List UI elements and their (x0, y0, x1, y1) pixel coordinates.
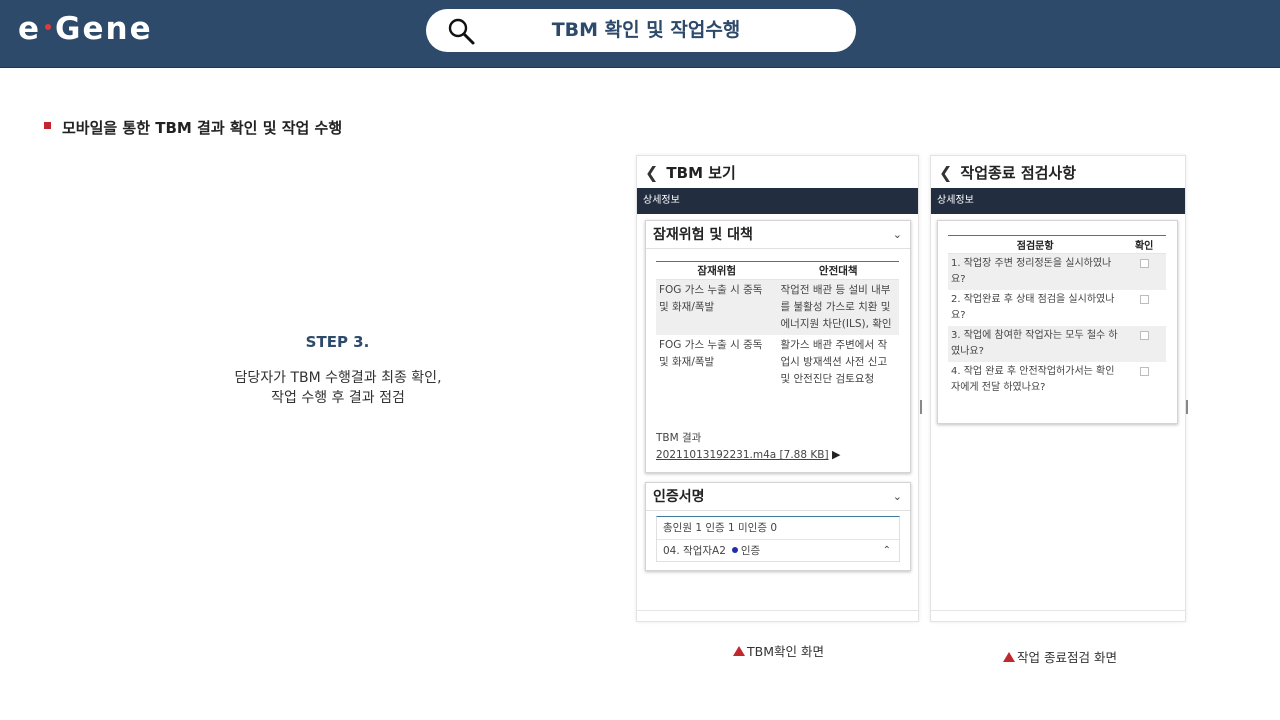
check-item: 1. 작업장 주변 정리정돈을 실시하였나요? (948, 253, 1123, 290)
sign-card-title: 인증서명 (653, 489, 705, 505)
check-title: 작업종료 점검사항 (960, 163, 1077, 182)
logo-right: Gene (55, 11, 153, 47)
logo-dot (45, 24, 52, 30)
table-row: FOG 가스 누출 시 중독 및 화재/폭발 활가스 배관 주변에서 작업시 방… (656, 335, 899, 390)
tbm-audio-link[interactable]: 20211013192231.m4a [7.88 KB] (656, 449, 829, 461)
checklist-table: 점검문항 확인 1. 작업장 주변 정리정돈을 실시하였나요? 2. 작업완료 … (948, 235, 1166, 398)
logo-left: e (18, 11, 42, 47)
detail-info-bar: 상세정보 (637, 188, 918, 214)
tbm-result-label: TBM 결과 (656, 432, 702, 444)
check-item: 4. 작업 완료 후 안전작업허가서는 확인자에게 전달 하였나요? (951, 366, 1115, 393)
check-checkbox[interactable] (1139, 295, 1149, 304)
measure-cell: 활가스 배관 주변에서 작업시 방재섹션 사전 신고 및 안전진단 검토요청 (780, 339, 888, 385)
check-checkbox[interactable] (1139, 259, 1149, 268)
bottom-divider (931, 610, 1185, 611)
tbm-view-header[interactable]: ❮ TBM 보기 (637, 156, 918, 188)
table-row: 2. 작업완료 후 상태 점검을 실시하였나요? (948, 290, 1166, 326)
chevron-down-icon[interactable]: ⌄ (893, 483, 902, 511)
caption-left: TBM확인 화면 (733, 641, 824, 660)
play-icon[interactable]: ▶ (832, 448, 840, 461)
step-desc-line1: 담당자가 TBM 수행결과 최종 확인, (234, 370, 442, 386)
step-description: 담당자가 TBM 수행결과 최종 확인, 작업 수행 후 결과 점검 (198, 368, 478, 408)
sign-summary: 총인원 1 인증 1 미인증 0 (663, 522, 778, 534)
triangle-icon (733, 645, 745, 656)
col-check: 확인 (1122, 235, 1166, 254)
section-title: 모바일을 통한 TBM 결과 확인 및 작업 수행 (62, 119, 343, 137)
table-row: 4. 작업 완료 후 안전작업허가서는 확인자에게 전달 하였나요? (948, 362, 1166, 398)
sign-card: 인증서명 ⌄ 총인원 1 인증 1 미인증 0 04. 작업자A2 인증 ⌃ (645, 482, 911, 571)
worker-name: 04. 작업자A2 (663, 545, 726, 557)
risk-cell: FOG 가스 누출 시 중독 및 화재/폭발 (656, 279, 778, 335)
tbm-view-title: TBM 보기 (666, 163, 736, 182)
risk-table: 잠재위험 안전대책 FOG 가스 누출 시 중독 및 화재/폭발 작업전 배관 … (656, 261, 899, 390)
section-bullet (44, 122, 51, 129)
table-row: FOG 가스 누출 시 중독 및 화재/폭발 작업전 배관 등 설비 내부를 불… (656, 279, 899, 335)
check-checkbox[interactable] (1139, 331, 1149, 340)
check-item: 2. 작업완료 후 상태 점검을 실시하였나요? (951, 294, 1115, 321)
caption-right: 작업 종료점검 화면 (1003, 647, 1117, 666)
step-label: STEP 3. (305, 333, 370, 351)
search-title: TBM 확인 및 작업수행 (551, 19, 741, 41)
risk-cell: FOG 가스 누출 시 중독 및 화재/폭발 (659, 339, 763, 368)
check-item: 3. 작업에 참여한 작업자는 모두 철수 하였나요? (948, 326, 1123, 362)
sign-list: 총인원 1 인증 1 미인증 0 04. 작업자A2 인증 ⌃ (656, 516, 900, 562)
chevron-up-icon[interactable]: ⌃ (883, 540, 891, 562)
top-header: e Gene TBM 확인 및 작업수행 (0, 0, 1280, 68)
search-bar[interactable]: TBM 확인 및 작업수행 (426, 9, 856, 52)
status-dot-icon (731, 547, 738, 553)
tbm-view-screen: ❮ TBM 보기 상세정보 잠재위험 및 대책 ⌄ 잠재위험 안전대책 FOG … (636, 155, 919, 622)
chevron-down-icon[interactable]: ⌄ (893, 221, 902, 249)
caption-right-text: 작업 종료점검 화면 (1017, 650, 1117, 665)
checklist-card: 점검문항 확인 1. 작업장 주변 정리정돈을 실시하였나요? 2. 작업완료 … (937, 220, 1178, 424)
risk-card-header[interactable]: 잠재위험 및 대책 ⌄ (646, 221, 910, 249)
bottom-divider (637, 610, 918, 611)
risk-card-title: 잠재위험 및 대책 (653, 227, 753, 243)
back-chevron-icon[interactable]: ❮ (645, 163, 658, 182)
col-item: 점검문항 (948, 235, 1123, 254)
table-row: 3. 작업에 참여한 작업자는 모두 철수 하였나요? (948, 326, 1166, 362)
scroll-handle[interactable] (920, 400, 922, 414)
egene-logo: e Gene (18, 11, 153, 47)
scroll-handle[interactable] (1186, 400, 1188, 414)
sign-card-header[interactable]: 인증서명 ⌄ (646, 483, 910, 511)
col-measure: 안전대책 (777, 261, 899, 280)
check-checkbox[interactable] (1139, 367, 1149, 376)
detail-info-bar: 상세정보 (931, 188, 1185, 214)
col-risk: 잠재위험 (656, 261, 778, 280)
status-badge: 인증 (740, 545, 761, 557)
risk-card: 잠재위험 및 대책 ⌄ 잠재위험 안전대책 FOG 가스 누출 시 중독 및 화… (645, 220, 911, 473)
work-end-check-screen: ❮ 작업종료 점검사항 상세정보 점검문항 확인 1. 작업장 주변 정리정돈을… (930, 155, 1186, 622)
back-chevron-icon[interactable]: ❮ (939, 163, 952, 182)
list-item[interactable]: 04. 작업자A2 인증 ⌃ (657, 539, 899, 561)
measure-cell: 작업전 배관 등 설비 내부를 불활성 가스로 치환 및 에너지원 차단(ILS… (777, 279, 899, 335)
table-row: 1. 작업장 주변 정리정돈을 실시하였나요? (948, 253, 1166, 290)
check-header[interactable]: ❮ 작업종료 점검사항 (931, 156, 1185, 188)
triangle-icon (1003, 651, 1015, 662)
step-desc-line2: 작업 수행 후 결과 점검 (271, 390, 405, 406)
caption-left-text: TBM확인 화면 (747, 644, 824, 659)
